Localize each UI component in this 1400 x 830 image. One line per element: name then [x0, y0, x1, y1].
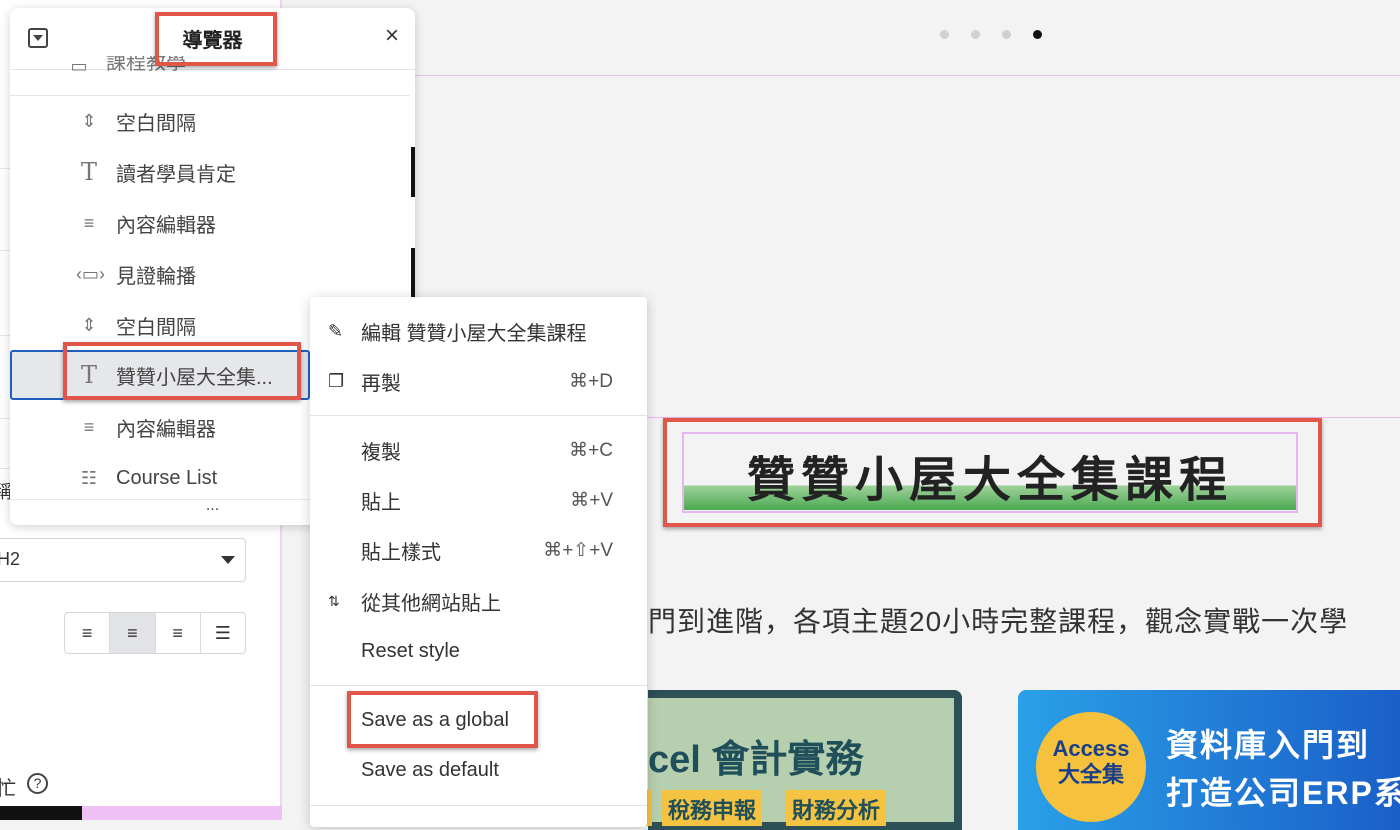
menu-item-reset-style[interactable]: Reset style — [310, 629, 647, 673]
nav-item-label: Course List — [116, 466, 218, 489]
nav-item-label: 讀者學員肯定 — [116, 163, 236, 186]
shortcut: ⌘+C — [569, 439, 613, 461]
html-tag-select[interactable]: H2 — [0, 538, 246, 582]
nav-item[interactable]: ⇕ 空白間隔 — [10, 96, 410, 146]
text-editor-icon: ≡ — [83, 416, 95, 437]
menu-item-duplicate[interactable]: ❐ 再製 ⌘+D — [310, 359, 647, 403]
highlight-box — [347, 691, 538, 748]
close-icon[interactable]: × — [385, 22, 399, 50]
align-right-button[interactable]: ≡ — [156, 613, 201, 653]
menu-item-label: 從其他網站貼上 — [361, 592, 501, 615]
carousel-dot[interactable] — [940, 30, 949, 39]
menu-item-label: 編輯 贊贊小屋大全集課程 — [361, 322, 587, 345]
badge-line: 大全集 — [1057, 762, 1124, 787]
nav-item[interactable]: ≡ 內容編輯器 — [10, 198, 410, 248]
carousel-dot[interactable] — [971, 30, 980, 39]
menu-item-label: Save as default — [361, 758, 499, 781]
help-icon[interactable]: ? — [27, 773, 48, 794]
highlight-box — [63, 342, 301, 400]
pencil-icon: ✎ — [328, 320, 344, 341]
menu-item-label: 貼上 — [361, 491, 401, 514]
menu-item-paste-from-other-site[interactable]: ⇅ 從其他網站貼上 — [310, 579, 647, 623]
divider — [310, 805, 647, 806]
carousel-dot-active[interactable] — [1033, 30, 1042, 39]
divider — [310, 685, 647, 686]
menu-item-paste[interactable]: 貼上 ⌘+V — [310, 478, 647, 522]
shortcut: ⌘+⇧+V — [543, 539, 613, 561]
spacer-icon: ⇕ — [81, 314, 97, 335]
card-line: 資料庫入門到 — [1166, 727, 1371, 763]
alignment-control: ≡ ≡ ≡ ☰ — [64, 612, 246, 654]
card-line: 打造公司ERP系 — [1166, 775, 1400, 811]
menu-item-edit[interactable]: ✎ 編輯 贊贊小屋大全集課程 — [310, 309, 647, 353]
align-center-button[interactable]: ≡ — [110, 613, 156, 653]
clipped-label: 忙 — [0, 778, 16, 800]
select-value: H2 — [0, 549, 21, 569]
list-icon: ☷ — [80, 467, 98, 488]
section-guide — [284, 75, 1400, 76]
highlight-box — [155, 12, 277, 66]
text-editor-icon: ≡ — [83, 212, 95, 233]
course-card-excel[interactable]: cel 會計實務 稅務申報 財務分析 — [644, 690, 962, 830]
nav-item[interactable]: ‹▭› 見證輪播 — [10, 249, 410, 299]
color-swatch[interactable] — [82, 806, 282, 820]
nav-item-label: 內容編輯器 — [116, 214, 216, 237]
scrollbar[interactable] — [411, 147, 415, 197]
menu-item-label: 貼上樣式 — [361, 541, 441, 564]
intro-paragraph: 門到進階，各項主題20小時完整課程，觀念實戰一次學 — [648, 606, 1349, 637]
highlight-box — [663, 418, 1322, 527]
chevron-down-icon — [221, 556, 235, 571]
scrollbar[interactable] — [411, 248, 415, 300]
access-badge: Access 大全集 — [1036, 712, 1146, 822]
menu-item-label: Reset style — [361, 639, 460, 662]
divider — [310, 415, 647, 416]
menu-item-paste-style[interactable]: 貼上樣式 ⌘+⇧+V — [310, 528, 647, 572]
badge-line: Access — [1052, 736, 1130, 761]
carousel-dot[interactable] — [1002, 30, 1011, 39]
nav-item-label: 見證輪播 — [116, 265, 196, 288]
shortcut: ⌘+V — [570, 489, 613, 511]
spacer-icon: ⇕ — [81, 110, 97, 131]
align-justify-button[interactable]: ☰ — [201, 613, 245, 653]
nav-item[interactable]: T 讀者學員肯定 — [10, 147, 410, 197]
color-swatch[interactable] — [0, 806, 82, 820]
menu-item-label: 複製 — [361, 441, 401, 464]
section-icon: ▭ — [70, 56, 88, 76]
nav-item-label: 內容編輯器 — [116, 418, 216, 441]
nav-item-label: 空白間隔 — [116, 112, 196, 135]
duplicate-icon: ❐ — [328, 370, 345, 391]
menu-item-copy[interactable]: 複製 ⌘+C — [310, 428, 647, 472]
card-title: cel 會計實務 — [648, 739, 864, 781]
testimonial-carousel-icon: ‹▭› — [76, 263, 105, 284]
heading-icon: T — [80, 158, 97, 186]
menu-item-save-as-default[interactable]: Save as default — [310, 748, 647, 792]
nav-item-label: 空白間隔 — [116, 316, 196, 339]
card-tag: 財務分析 — [786, 790, 887, 826]
align-left-button[interactable]: ≡ — [65, 613, 111, 653]
card-tag: 稅務申報 — [662, 790, 763, 826]
menu-item-label: 再製 — [361, 372, 401, 395]
arrows-updown-icon: ⇅ — [328, 592, 340, 609]
shortcut: ⌘+D — [569, 370, 613, 392]
course-card-access[interactable]: Access 大全集 資料庫入門到 打造公司ERP系 — [1018, 690, 1400, 830]
